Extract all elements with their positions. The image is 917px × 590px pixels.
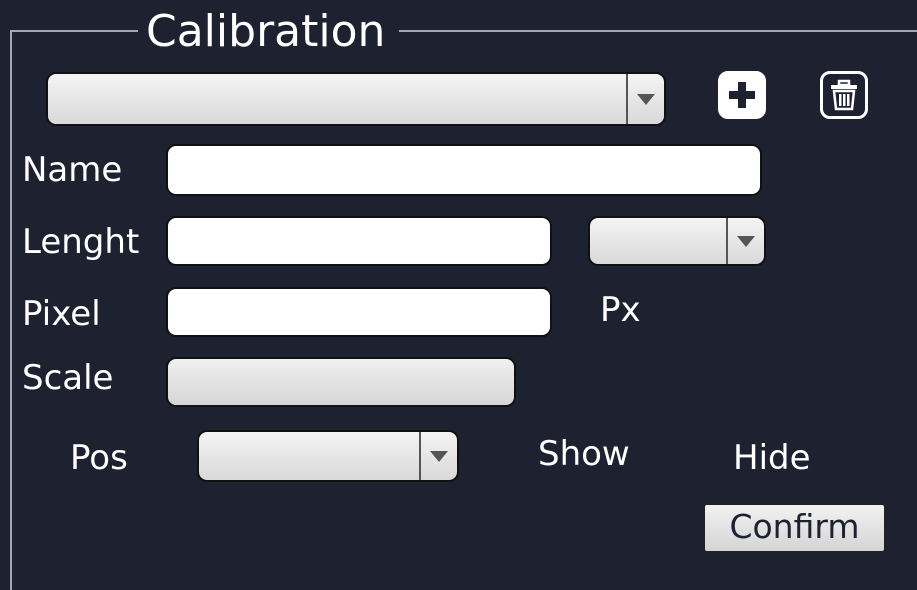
chevron-down-icon[interactable] <box>726 218 764 264</box>
name-field[interactable] <box>166 144 762 196</box>
calibration-select[interactable] <box>46 72 666 126</box>
length-label: Lenght <box>22 222 140 262</box>
pixel-unit-label: Px <box>600 290 641 330</box>
pos-select[interactable] <box>197 430 459 482</box>
length-field[interactable] <box>166 216 552 266</box>
scale-field <box>166 357 516 407</box>
pos-label: Pos <box>70 438 128 478</box>
trash-icon <box>831 79 857 111</box>
confirm-button[interactable]: Confirm <box>703 503 886 553</box>
show-toggle[interactable]: Show <box>538 434 630 474</box>
chevron-down-icon[interactable] <box>419 432 457 480</box>
scale-label: Scale <box>22 358 114 398</box>
pixel-label: Pixel <box>22 294 101 334</box>
name-label: Name <box>22 150 123 190</box>
hide-toggle[interactable]: Hide <box>733 438 811 478</box>
length-unit-select[interactable] <box>588 216 766 266</box>
add-calibration-button[interactable] <box>718 71 766 119</box>
pixel-field[interactable] <box>166 287 552 337</box>
chevron-down-icon[interactable] <box>626 74 664 124</box>
panel-title: Calibration <box>138 6 400 58</box>
name-input[interactable] <box>168 146 760 194</box>
pixel-input[interactable] <box>168 289 550 335</box>
plus-icon <box>729 82 755 108</box>
length-input[interactable] <box>168 218 550 264</box>
delete-calibration-button[interactable] <box>820 71 868 119</box>
